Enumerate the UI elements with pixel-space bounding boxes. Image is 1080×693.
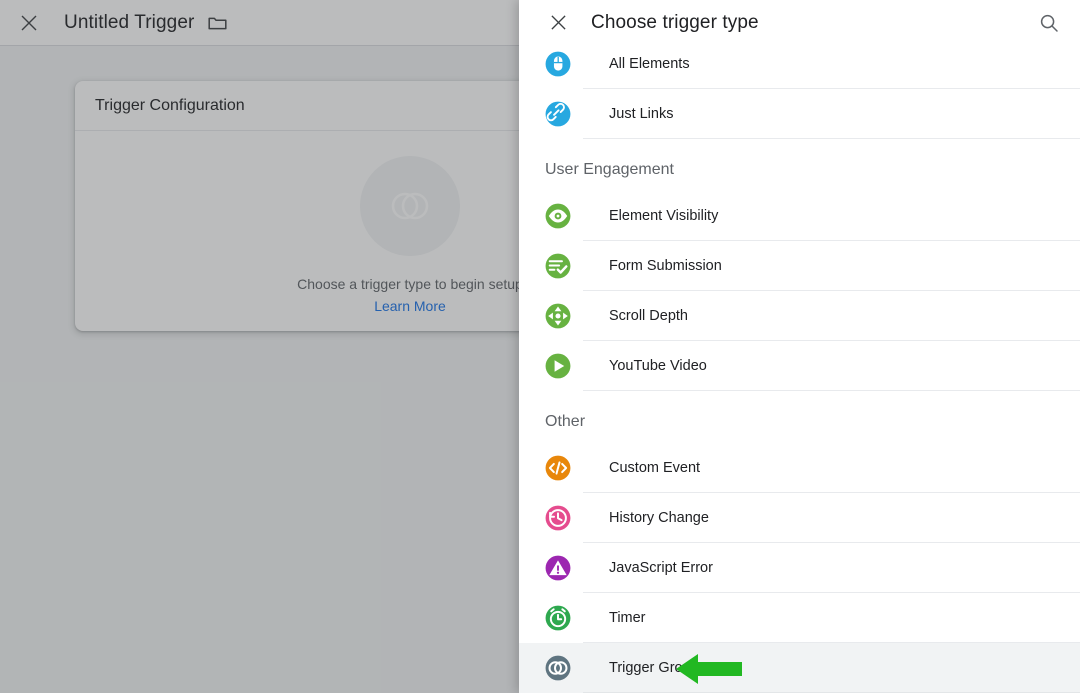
close-icon[interactable]	[14, 8, 44, 38]
section-header-other: Other	[545, 413, 586, 430]
trigger-type-label: Just Links	[609, 106, 674, 122]
trigger-type-label: JavaScript Error	[609, 560, 713, 576]
trigger-type-item-just-links[interactable]: Just Links	[519, 89, 1080, 139]
trigger-type-item-trigger-group[interactable]: Trigger Group	[519, 643, 1080, 693]
trigger-type-label: History Change	[609, 510, 709, 526]
history-clock-icon	[545, 505, 571, 531]
trigger-type-item-all-elements[interactable]: All Elements	[519, 39, 1080, 89]
close-icon[interactable]	[545, 10, 571, 36]
trigger-type-item-scroll-depth[interactable]: Scroll Depth	[519, 291, 1080, 341]
trigger-type-label: Form Submission	[609, 258, 722, 274]
list-divider	[583, 138, 1080, 139]
eye-icon	[545, 203, 571, 229]
form-check-icon	[545, 253, 571, 279]
warning-triangle-icon	[545, 555, 571, 581]
search-icon[interactable]	[1036, 10, 1062, 36]
trigger-group-emblem-icon	[360, 156, 460, 256]
trigger-type-item-history-change[interactable]: History Change	[519, 493, 1080, 543]
trigger-type-label: All Elements	[609, 56, 690, 72]
trigger-type-label: Element Visibility	[609, 208, 719, 224]
trigger-type-item-element-visibility[interactable]: Element Visibility	[519, 191, 1080, 241]
scroll-arrows-icon	[545, 303, 571, 329]
trigger-type-list[interactable]: All Elements Just Links User Engagement Ele…	[519, 39, 1080, 693]
mouse-icon	[545, 51, 571, 77]
trigger-type-item-youtube-video[interactable]: YouTube Video	[519, 341, 1080, 391]
trigger-type-item-form-submission[interactable]: Form Submission	[519, 241, 1080, 291]
panel-header: Choose trigger type	[519, 0, 1080, 45]
trigger-type-label: Timer	[609, 610, 646, 626]
choose-trigger-type-panel: Choose trigger type All Elements Just Lin…	[519, 0, 1080, 693]
folder-icon[interactable]	[208, 15, 227, 31]
page-title: Untitled Trigger	[64, 11, 195, 33]
section-header-user-engagement: User Engagement	[545, 161, 674, 178]
alarm-clock-icon	[545, 605, 571, 631]
trigger-type-item-custom-event[interactable]: Custom Event	[519, 443, 1080, 493]
link-icon	[545, 101, 571, 127]
code-brackets-icon	[545, 455, 571, 481]
trigger-type-label: YouTube Video	[609, 358, 707, 374]
panel-title: Choose trigger type	[591, 11, 759, 33]
play-icon	[545, 353, 571, 379]
trigger-type-label: Custom Event	[609, 460, 701, 476]
trigger-type-label: Trigger Group	[609, 660, 699, 676]
empty-state-text: Choose a trigger type to begin setup	[297, 276, 523, 292]
trigger-group-icon	[545, 655, 571, 681]
trigger-type-item-javascript-error[interactable]: JavaScript Error	[519, 543, 1080, 593]
learn-more-link[interactable]: Learn More	[374, 298, 446, 314]
trigger-type-label: Scroll Depth	[609, 308, 688, 324]
trigger-type-item-timer[interactable]: Timer	[519, 593, 1080, 643]
list-divider	[583, 390, 1080, 391]
